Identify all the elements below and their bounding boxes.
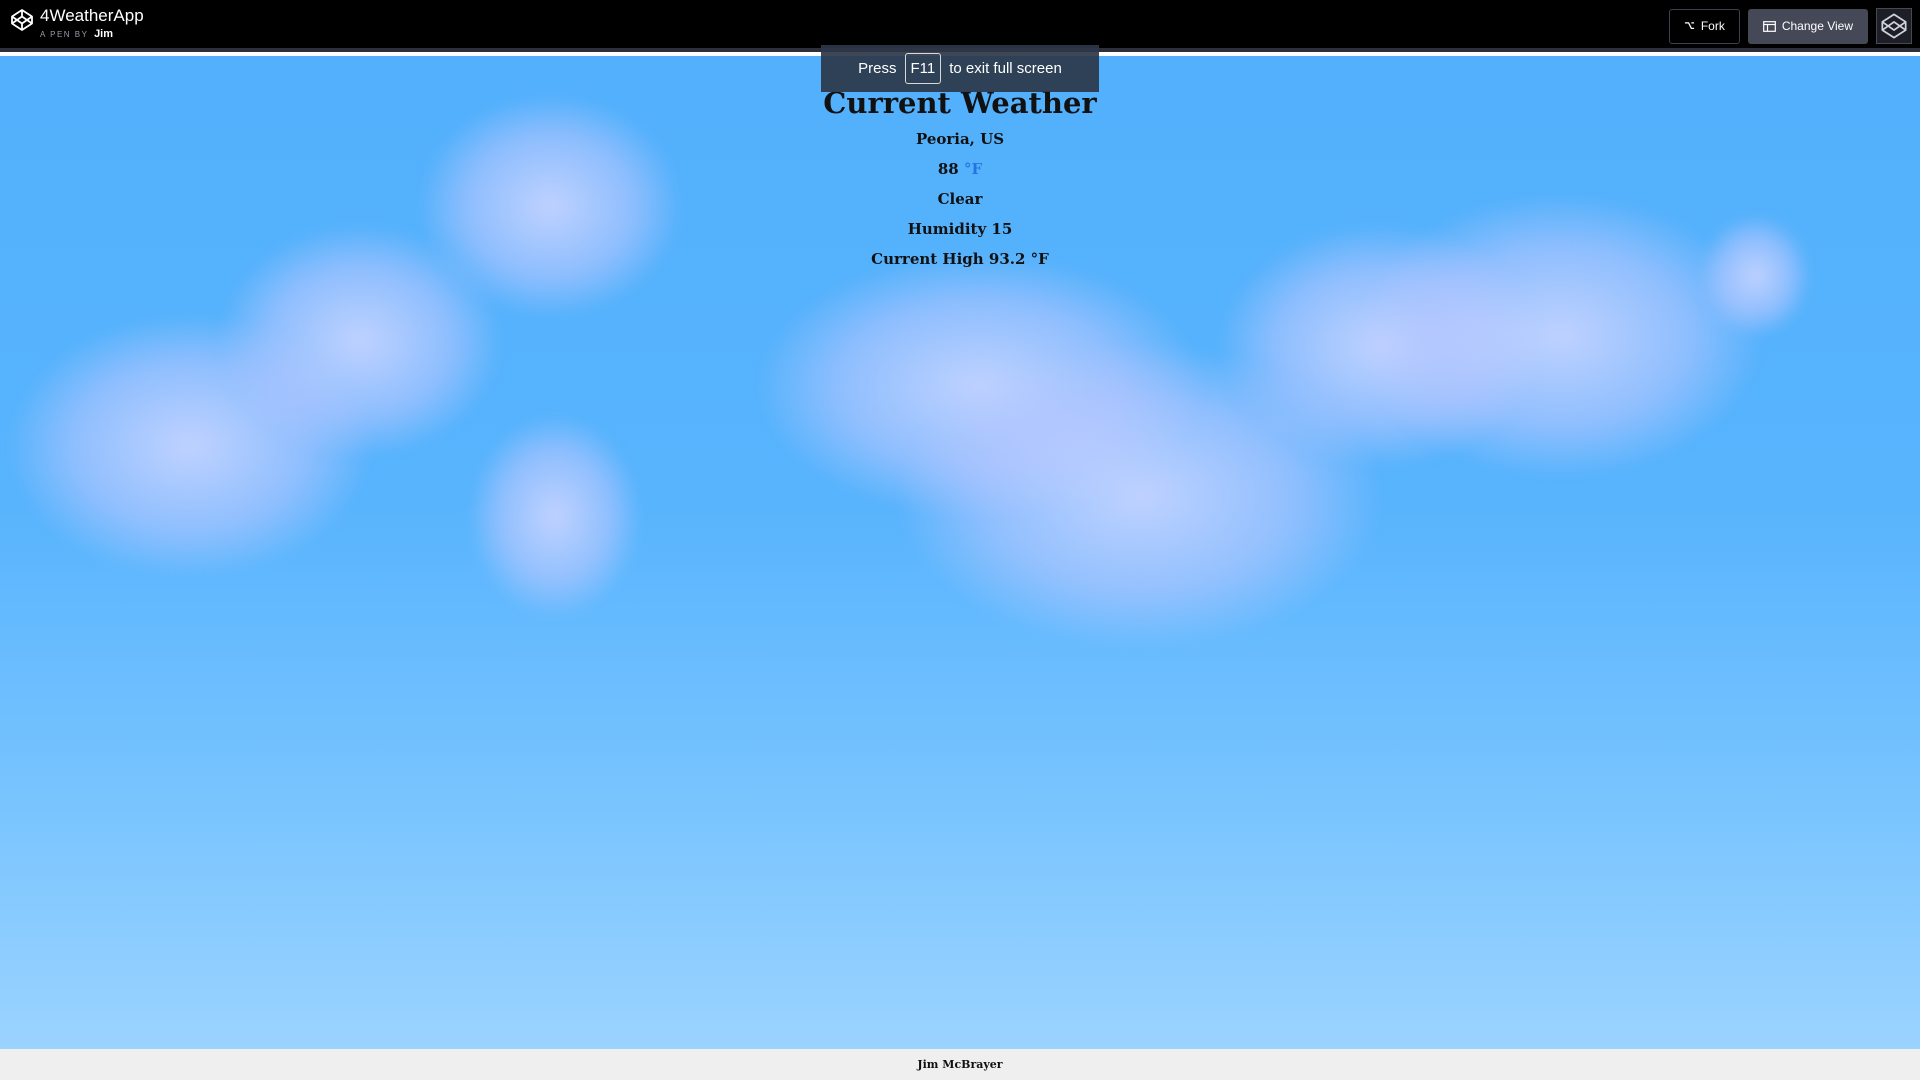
location: Peoria, US — [915, 130, 1005, 148]
layout-icon — [1762, 20, 1776, 32]
user-avatar[interactable] — [1876, 8, 1912, 44]
fork-button[interactable]: Fork — [1668, 8, 1740, 44]
toast-key: F11 — [904, 53, 942, 84]
change-view-label: Change View — [1781, 19, 1853, 33]
toast-press: Press — [858, 60, 897, 77]
toast-suffix: to exit full screen — [949, 60, 1062, 77]
unit-toggle-link[interactable]: °F — [964, 160, 982, 178]
author-link[interactable]: Jim — [94, 28, 113, 40]
pen-title: 4WeatherApp — [40, 6, 144, 25]
weather-panel: Current Weather Peoria, US 88 °F Clear H… — [0, 84, 1920, 268]
fork-icon — [1684, 21, 1694, 29]
footer: Jim McBrayer — [0, 1049, 1920, 1080]
current-high: Current High 93.2 °F — [871, 250, 1049, 268]
footer-credit: Jim McBrayer — [917, 1058, 1003, 1071]
byline-prefix: A PEN BY — [40, 30, 89, 39]
humidity: Humidity 15 — [907, 220, 1013, 238]
fork-label: Fork — [1700, 19, 1725, 33]
brand: 4WeatherApp A PEN BY Jim — [10, 6, 144, 40]
avatar-logo-icon — [1881, 13, 1907, 39]
byline: A PEN BY Jim — [40, 28, 144, 40]
cloud — [470, 416, 640, 616]
change-view-button[interactable]: Change View — [1747, 8, 1868, 44]
fullscreen-toast: Press F11 to exit full screen — [821, 45, 1099, 92]
temperature-value: 88 — [937, 160, 959, 178]
temperature-row: 88 °F — [0, 160, 1920, 178]
codepen-logo-icon[interactable] — [10, 8, 34, 32]
header-actions: Fork Change View — [1668, 0, 1920, 52]
condition: Clear — [937, 190, 983, 208]
